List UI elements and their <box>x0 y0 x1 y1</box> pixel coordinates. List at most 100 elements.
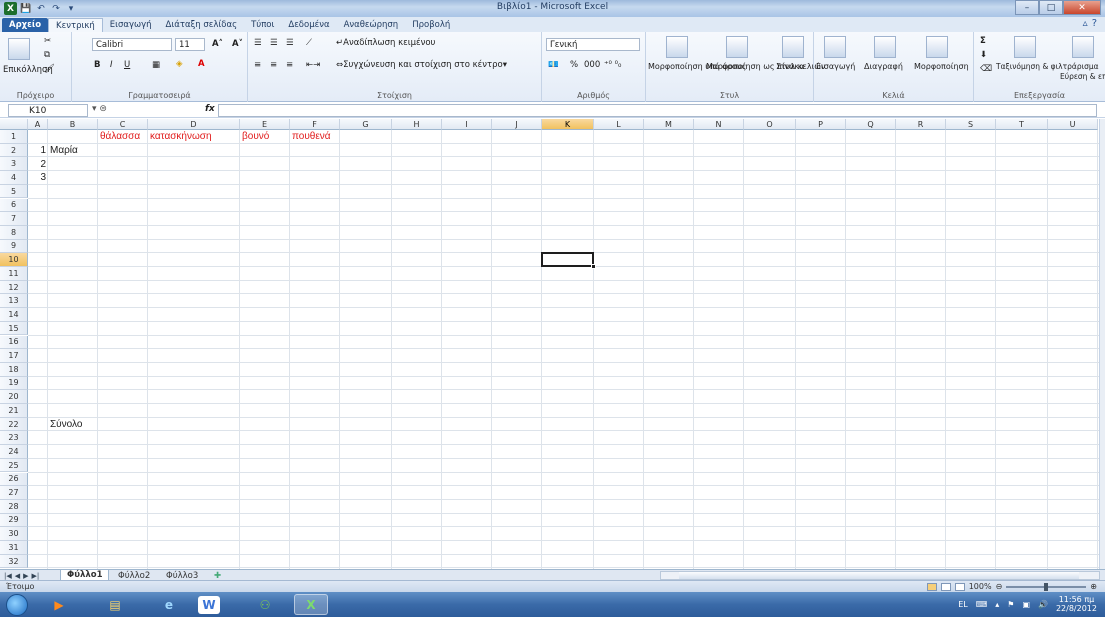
decimal-icon[interactable]: ⁺⁰ ⁰₀ <box>604 60 621 70</box>
cell-d1[interactable]: κατασκήνωση <box>150 130 238 144</box>
paste-icon[interactable] <box>8 38 30 60</box>
row-header-13[interactable]: 13 <box>0 294 28 309</box>
flag-icon[interactable]: ⚑ <box>1007 600 1014 609</box>
language-indicator[interactable]: EL <box>958 600 968 609</box>
formula-input[interactable] <box>218 104 1097 117</box>
maximize-button[interactable]: □ <box>1039 0 1063 15</box>
minimize-ribbon-icon[interactable]: ▵ <box>1083 18 1088 29</box>
vertical-scrollbar[interactable] <box>1099 119 1105 569</box>
shrink-font-button[interactable]: A˅ <box>232 39 243 49</box>
autosum-button[interactable]: Σ <box>980 36 986 46</box>
start-button-icon[interactable] <box>6 594 28 616</box>
next-sheet-icon[interactable]: ▶ <box>23 572 28 580</box>
row-header-9[interactable]: 9 <box>0 239 28 254</box>
thousands-button[interactable]: 000 <box>584 60 600 70</box>
row-header-20[interactable]: 20 <box>0 390 28 404</box>
cell-a2[interactable]: 1 <box>30 144 46 158</box>
internet-explorer-icon[interactable]: e <box>152 594 186 615</box>
row-header-29[interactable]: 29 <box>0 513 28 528</box>
insert-function-button[interactable]: fx <box>205 104 215 114</box>
conditional-format-icon[interactable] <box>666 36 688 58</box>
undo-icon[interactable]: ↶ <box>35 3 47 15</box>
row-header-1[interactable]: 1 <box>0 130 28 144</box>
row-header-32[interactable]: 32 <box>0 554 28 569</box>
tab-data[interactable]: Δεδομένα <box>281 18 336 32</box>
cell-styles-icon[interactable] <box>782 36 804 58</box>
column-header-i[interactable]: I <box>442 119 492 130</box>
column-header-f[interactable]: F <box>290 119 340 130</box>
row-header-25[interactable]: 25 <box>0 458 28 473</box>
grow-font-button[interactable]: A˄ <box>212 39 223 49</box>
cell-a4[interactable]: 3 <box>30 171 46 185</box>
italic-button[interactable]: I <box>110 60 113 70</box>
find-select-icon[interactable] <box>1072 36 1094 58</box>
column-header-g[interactable]: G <box>340 119 392 130</box>
column-header-o[interactable]: O <box>744 119 796 130</box>
fill-handle[interactable] <box>591 264 596 269</box>
help-icon[interactable]: ? <box>1092 18 1097 29</box>
volume-icon[interactable]: 🔊 <box>1038 600 1048 609</box>
row-header-16[interactable]: 16 <box>0 335 28 350</box>
insert-cells-button[interactable]: Εισαγωγή <box>816 62 855 71</box>
currency-icon[interactable]: 💶 <box>548 60 559 70</box>
zoom-slider[interactable] <box>1006 582 1087 591</box>
cell-e1[interactable]: βουνό <box>242 130 288 144</box>
tab-insert[interactable]: Εισαγωγή <box>103 18 159 32</box>
row-header-6[interactable]: 6 <box>0 198 28 213</box>
horizontal-scrollbar[interactable] <box>660 571 1100 580</box>
column-header-j[interactable]: J <box>492 119 542 130</box>
format-cells-icon[interactable] <box>926 36 948 58</box>
select-all-corner[interactable] <box>0 119 28 130</box>
users-icon[interactable]: ⚇ <box>248 594 282 615</box>
row-header-5[interactable]: 5 <box>0 184 28 199</box>
row-header-8[interactable]: 8 <box>0 225 28 240</box>
page-break-view-icon[interactable] <box>954 582 965 591</box>
close-button[interactable]: ✕ <box>1063 0 1101 15</box>
excel-taskbar-icon[interactable]: X <box>294 594 328 615</box>
customize-qat-icon[interactable]: ▾ <box>65 3 77 15</box>
row-header-24[interactable]: 24 <box>0 445 28 459</box>
network-icon[interactable]: ▣ <box>1022 600 1030 609</box>
row-header-31[interactable]: 31 <box>0 541 28 555</box>
tab-review[interactable]: Αναθεώρηση <box>337 18 406 32</box>
column-header-n[interactable]: N <box>694 119 744 130</box>
row-header-3[interactable]: 3 <box>0 157 28 172</box>
row-header-17[interactable]: 17 <box>0 349 28 363</box>
cell-area[interactable]: θάλασσα κατασκήνωση βουνό πουθενά 1 Μαρία 2 3 Σύ… <box>28 130 1099 569</box>
row-header-14[interactable]: 14 <box>0 308 28 322</box>
format-painter-icon[interactable]: 🖌 <box>44 64 55 74</box>
page-layout-view-icon[interactable] <box>940 582 951 591</box>
format-cells-button[interactable]: Μορφοποίηση <box>914 62 969 71</box>
zoom-knob[interactable] <box>1044 582 1049 591</box>
font-color-icon[interactable]: A <box>198 59 205 69</box>
column-header-t[interactable]: T <box>996 119 1048 130</box>
save-icon[interactable]: 💾 <box>20 3 32 15</box>
column-header-k[interactable]: K <box>542 119 594 130</box>
name-box-dropdown-icon[interactable]: ▾ ⊜ <box>92 104 107 114</box>
tab-file[interactable]: Αρχείο <box>2 18 49 32</box>
tab-page-layout[interactable]: Διάταξη σελίδας <box>159 18 245 32</box>
tab-formulas[interactable]: Τύποι <box>244 18 281 32</box>
fill-color-icon[interactable]: ◈ <box>176 59 183 69</box>
column-header-a[interactable]: A <box>28 119 48 130</box>
format-table-icon[interactable] <box>726 36 748 58</box>
row-header-21[interactable]: 21 <box>0 404 28 418</box>
column-header-h[interactable]: H <box>392 119 442 130</box>
tab-view[interactable]: Προβολή <box>405 18 457 32</box>
prev-sheet-icon[interactable]: ◀ <box>15 572 20 580</box>
align-center-icon[interactable]: ≡ <box>270 60 277 70</box>
active-cell-selection[interactable] <box>541 252 594 267</box>
indent-icon[interactable]: ⇤⇥ <box>306 60 320 70</box>
underline-button[interactable]: U <box>124 60 130 70</box>
tray-expand-icon[interactable]: ▴ <box>995 600 999 609</box>
zoom-in-icon[interactable]: ⊕ <box>1090 582 1097 591</box>
fill-icon[interactable]: ⬇ <box>980 50 987 60</box>
align-middle-icon[interactable]: ☰ <box>270 38 278 48</box>
percent-button[interactable]: % <box>570 60 578 70</box>
column-header-d[interactable]: D <box>148 119 240 130</box>
sort-filter-button[interactable]: Ταξινόμηση & φιλτράρισμα <box>996 62 1099 71</box>
cut-icon[interactable]: ✂ <box>44 36 51 46</box>
clock[interactable]: 11:56 πμ 22/8/2012 <box>1056 595 1097 613</box>
horizontal-scroll-thumb[interactable] <box>679 572 1079 579</box>
cell-a3[interactable]: 2 <box>30 157 46 171</box>
